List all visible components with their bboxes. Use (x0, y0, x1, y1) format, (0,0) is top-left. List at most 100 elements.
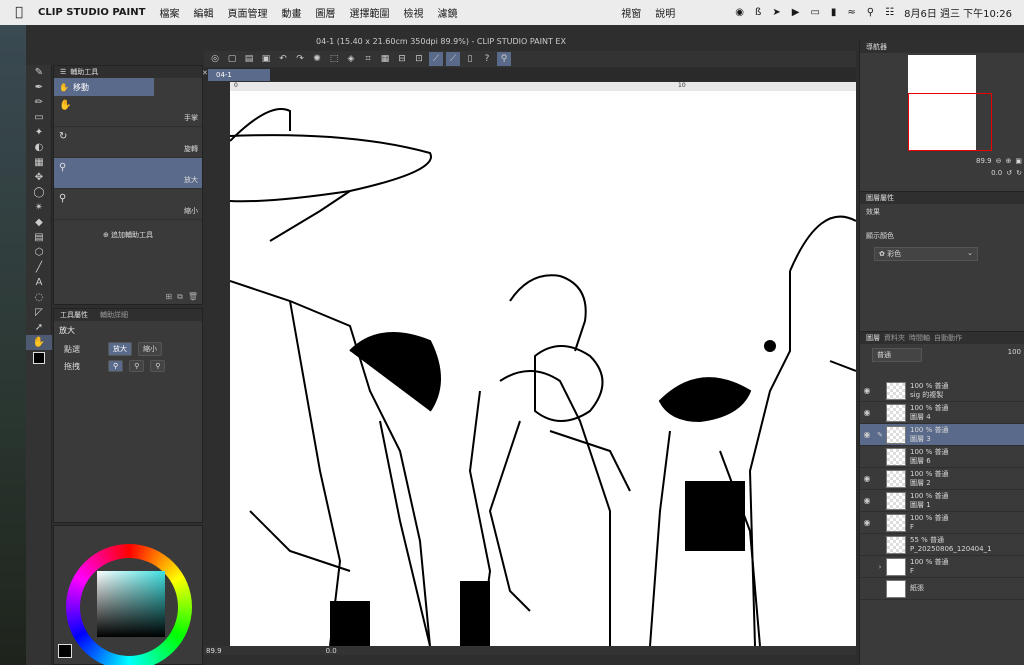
toolprop-tab[interactable]: 工具屬性 (60, 310, 88, 320)
new-file-icon[interactable]: ▢ (225, 52, 239, 66)
save-icon[interactable]: ▣ (259, 52, 273, 66)
magic-wand-icon[interactable]: ✴ (26, 200, 52, 215)
frame-icon[interactable]: ▦ (26, 155, 52, 170)
help-icon[interactable]: ? (480, 52, 494, 66)
line-icon[interactable]: ╱ (26, 260, 52, 275)
ruler-tool-icon[interactable]: ◸ (26, 305, 52, 320)
pencil-icon[interactable]: ✏ (26, 95, 52, 110)
menu-window[interactable]: 視窗 (621, 5, 641, 20)
layer-row[interactable]: › 100 % 普通 F (860, 556, 1024, 578)
click-zoom-out-option[interactable]: 縮小 (138, 342, 162, 356)
document-tab[interactable]: 04-1 (208, 69, 270, 81)
close-tab-icon[interactable]: ✕ (202, 69, 208, 77)
app-name-menu[interactable]: CLIP STUDIO PAINT (38, 7, 145, 18)
clock[interactable]: 8月6日 週三 下午10:26 (904, 5, 1012, 20)
drag-mode-3[interactable]: ⚲ (150, 360, 166, 372)
layer-row[interactable]: ◉ 100 % 普通 圖層 1 (860, 490, 1024, 512)
menu-selection[interactable]: 選擇範圍 (349, 5, 389, 20)
fill-icon[interactable]: ◆ (26, 215, 52, 230)
subtool-item-rotate[interactable]: ↻ 旋轉 (54, 127, 202, 158)
eye-icon[interactable]: ◉ (860, 408, 874, 417)
eye-icon[interactable]: ◉ (860, 496, 874, 505)
display-color-select[interactable]: ✿ 彩色 ⌄ (874, 247, 978, 261)
menu-edit[interactable]: 編輯 (193, 5, 213, 20)
rotate-right-icon[interactable]: ↻ (1016, 169, 1022, 177)
zoom-toggle-icon[interactable]: ⚲ (497, 52, 511, 66)
eraser-icon[interactable]: ▭ (26, 110, 52, 125)
folder-expand-icon[interactable]: › (874, 563, 886, 571)
search-icon[interactable]: ⚲ (867, 7, 874, 18)
eye-icon[interactable]: ◉ (860, 386, 874, 395)
layer-row[interactable]: ◉ 100 % 普通 F (860, 512, 1024, 534)
menu-page[interactable]: 頁面管理 (227, 5, 267, 20)
layer-name[interactable]: F (910, 567, 948, 576)
layer-row[interactable]: ◉ ✎ 100 % 普通 圖層 3 (860, 424, 1024, 446)
menu-animation[interactable]: 動畫 (281, 5, 301, 20)
menu-filter[interactable]: 濾鏡 (437, 5, 457, 20)
subtool-item-zoom-out[interactable]: ⚲ 縮小 (54, 189, 202, 220)
send-icon[interactable]: ➤ (772, 7, 780, 18)
record-icon[interactable]: ◉ (735, 7, 744, 18)
drag-mode-2[interactable]: ⚲ (129, 360, 145, 372)
nav-zoom-value[interactable]: 89.9 (976, 157, 992, 165)
b-icon[interactable]: ß (755, 7, 761, 18)
invert-selection-icon[interactable]: ⊡ (412, 52, 426, 66)
layer-row[interactable]: ◉ 100 % 普通 圖層 2 (860, 468, 1024, 490)
layer-name[interactable]: P_20250806_120404_1 (910, 545, 992, 554)
add-subtool-button[interactable]: ⊕ 追加輔助工具 (54, 230, 202, 240)
shape-icon[interactable]: ⬡ (26, 245, 52, 260)
lasso-icon[interactable]: ◯ (26, 185, 52, 200)
fit-icon[interactable]: ▣ (1015, 157, 1022, 165)
layer-name[interactable]: sig 的複製 (910, 391, 948, 400)
foreground-color-swatch[interactable] (58, 644, 72, 658)
nav-rotate-value[interactable]: 0.0 (991, 169, 1002, 177)
eye-icon[interactable]: ◉ (860, 518, 874, 527)
brush-icon[interactable]: ✎ (26, 65, 52, 80)
transform-icon[interactable]: ⬚ (327, 52, 341, 66)
move-icon[interactable]: ✥ (26, 170, 52, 185)
layer-name[interactable]: 圖層 3 (910, 435, 948, 444)
subtool-current[interactable]: ✋ 移動 (54, 78, 154, 96)
input-method-icon[interactable]: ▭ (810, 7, 819, 18)
layer-row[interactable]: 55 % 普通 P_20250806_120404_1 (860, 534, 1024, 556)
control-center-icon[interactable]: ☷ (885, 7, 894, 18)
apple-icon[interactable]:  (0, 5, 38, 20)
folder-tab[interactable]: 資料夾 (884, 333, 905, 343)
pen-icon[interactable]: ✒ (26, 80, 52, 95)
decoration-icon[interactable]: ✦ (26, 125, 52, 140)
blend-icon[interactable]: ◐ (26, 140, 52, 155)
layer-name[interactable]: 圖層 2 (910, 479, 948, 488)
rotate-left-icon[interactable]: ↺ (1006, 169, 1012, 177)
new-icon[interactable]: ⊞ (165, 292, 172, 302)
snap-ruler-icon[interactable]: ⟋ (429, 52, 443, 66)
saturation-value-square[interactable] (97, 571, 165, 637)
drawing-canvas[interactable] (230, 91, 856, 646)
menu-view[interactable]: 檢視 (403, 5, 423, 20)
gradient-icon[interactable]: ▤ (26, 230, 52, 245)
subtool-item-zoom[interactable]: ⚲ 放大 (54, 158, 202, 189)
layer-row[interactable]: ◉ 100 % 普通 圖層 4 (860, 402, 1024, 424)
menu-help[interactable]: 說明 (655, 5, 675, 20)
subtool-detail-tab[interactable]: 輔助詳細 (100, 310, 128, 320)
device-icon[interactable]: ▯ (463, 52, 477, 66)
menu-layer[interactable]: 圖層 (315, 5, 335, 20)
timeline-tab[interactable]: 時間軸 (909, 333, 930, 343)
layer-row[interactable]: 紙張 (860, 578, 1024, 600)
layer-name[interactable]: 圖層 4 (910, 413, 948, 422)
color-swatch-icon[interactable] (26, 350, 52, 365)
balloon-icon[interactable]: ◌ (26, 290, 52, 305)
layer-tab[interactable]: 圖層 (866, 333, 880, 343)
eye-icon[interactable]: ◉ (860, 474, 874, 483)
clear-icon[interactable]: ✺ (310, 52, 324, 66)
layer-row[interactable]: 100 % 普通 圖層 6 (860, 446, 1024, 468)
drag-mode-1[interactable]: ⚲ (108, 360, 124, 372)
open-file-icon[interactable]: ▤ (242, 52, 256, 66)
grid-icon[interactable]: ▦ (378, 52, 392, 66)
play-icon[interactable]: ▶ (792, 7, 800, 18)
trash-icon[interactable]: 🗑 (188, 292, 198, 302)
subtool-item-hand[interactable]: ✋ 手掌 (54, 96, 202, 127)
battery-icon[interactable]: ▮ (831, 7, 837, 18)
crop-icon[interactable]: ⌗ (361, 52, 375, 66)
layer-name[interactable]: 圖層 6 (910, 457, 948, 466)
zoom-out-icon[interactable]: ⊖ (996, 157, 1002, 165)
